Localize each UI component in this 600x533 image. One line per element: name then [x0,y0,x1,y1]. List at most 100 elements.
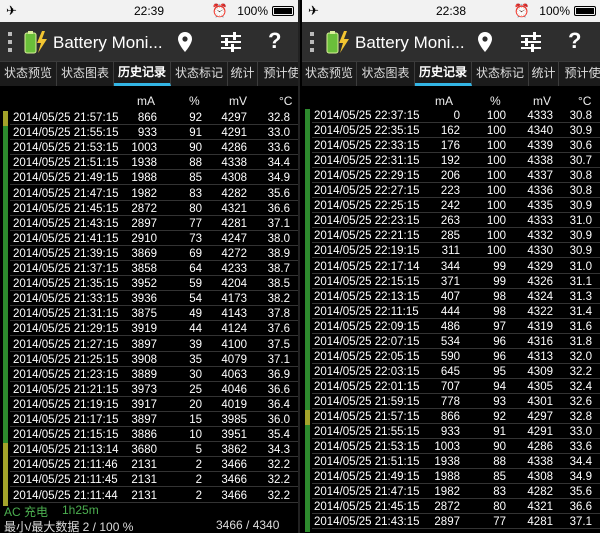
tab-status-preview[interactable]: 状态预览 [302,62,357,86]
cell-celsius: 35.6 [267,187,290,200]
cell-ma: 371 [440,275,460,288]
cell-mv: 4286 [221,142,247,155]
cell-ma: 2872 [131,202,157,215]
header-ma: mA [137,94,155,108]
cell-ma: 1988 [434,471,460,484]
cell-ma: 285 [440,230,460,243]
tab-stats[interactable]: 统计 [529,62,559,86]
cell-datetime: 2014/05/25 21:55:15 [13,127,119,140]
cell-ma: 0 [453,110,460,122]
cell-percent: 88 [189,157,202,170]
cell-percent: 44 [189,323,202,336]
cell-ma: 2872 [434,501,460,514]
cell-percent: 83 [493,486,506,499]
cell-datetime: 2014/05/25 21:47:15 [314,486,420,499]
cell-celsius: 36.4 [267,398,290,411]
cell-mv: 4305 [527,380,553,393]
cell-ma: 3897 [131,414,157,426]
cell-celsius: 32.2 [569,365,592,378]
cell-percent: 100 [486,215,506,228]
cell-datetime: 2014/05/25 22:17:14 [314,260,420,273]
settings-sliders-icon[interactable] [518,29,544,55]
cell-datetime: 2014/05/25 21:27:15 [13,338,119,351]
cell-datetime: 2014/05/25 21:55:15 [314,426,420,439]
tab-history[interactable]: 历史记录 [114,62,171,86]
cell-percent: 30 [189,368,202,381]
tab-status-preview[interactable]: 状态预览 [0,62,57,86]
tab-status-markers[interactable]: 状态标记 [171,62,228,86]
location-pin-icon[interactable] [472,29,498,55]
cell-datetime: 2014/05/25 21:25:15 [13,353,119,366]
cell-percent: 77 [189,217,202,230]
table-row[interactable]: 2014/05/25 21:43:15 2897 77 4281 37.1 [302,514,600,533]
cell-ma: 192 [440,155,460,168]
cell-datetime: 2014/05/25 21:57:15 [314,411,420,423]
cell-datetime: 2014/05/25 22:15:15 [314,275,420,288]
cell-datetime: 2014/05/25 22:01:15 [314,380,420,393]
cell-celsius: 30.8 [569,110,592,122]
cell-ma: 2897 [434,516,460,529]
cell-mv: 4291 [527,426,553,439]
cell-ma: 3886 [131,429,157,442]
voltage-range: 3466 / 4340 mV [216,518,280,533]
cell-percent: 85 [189,172,202,185]
row-divider [312,528,600,530]
header-mv: mV [229,94,247,108]
cell-ma: 590 [440,350,460,363]
tab-bar: 状态预览 状态图表 历史记录 状态标记 统计 预计使 [302,62,600,86]
tab-history[interactable]: 历史记录 [415,62,472,86]
cell-celsius: 37.6 [267,323,290,336]
cell-percent: 100 [486,170,506,183]
tab-status-chart[interactable]: 状态图表 [57,62,114,86]
cell-percent: 20 [189,398,202,411]
help-icon[interactable]: ? [568,28,594,54]
cell-celsius: 30.8 [569,170,592,183]
tab-estimate[interactable]: 预计使 [559,62,600,86]
cell-celsius: 38.0 [267,232,290,245]
cell-celsius: 32.8 [267,112,290,124]
cell-percent: 92 [189,112,202,124]
overflow-dots-icon[interactable] [8,32,12,52]
cell-mv: 4282 [221,187,247,200]
cell-datetime: 2014/05/25 22:09:15 [314,320,420,333]
settings-sliders-icon[interactable] [218,29,244,55]
tab-estimate[interactable]: 预计使 [258,62,298,86]
cell-celsius: 33.0 [267,127,290,140]
app-title[interactable]: Battery Moni... [53,33,163,53]
status-bar: ✈ 22:38 ⏰ 100% [302,0,600,22]
cell-ma: 206 [440,170,460,183]
cell-ma: 486 [440,320,460,333]
tab-status-chart[interactable]: 状态图表 [357,62,415,86]
cell-celsius: 33.6 [267,142,290,155]
cell-mv: 3466 [221,489,247,502]
cell-ma: 1988 [131,172,157,185]
cell-percent: 96 [493,335,506,348]
cell-celsius: 38.7 [267,263,290,275]
cell-mv: 4079 [221,353,247,366]
help-icon[interactable]: ? [268,28,294,54]
cell-percent: 99 [493,275,506,288]
cell-ma: 1938 [434,456,460,469]
tab-status-markers[interactable]: 状态标记 [472,62,529,86]
cell-datetime: 2014/05/25 21:11:45 [13,474,118,487]
cell-mv: 3951 [221,429,247,442]
cell-celsius: 37.1 [267,217,290,230]
cell-celsius: 32.8 [569,411,592,423]
cell-celsius: 34.4 [569,456,592,469]
cell-percent: 73 [189,232,202,245]
cell-ma: 933 [137,127,157,140]
cell-percent: 100 [486,230,506,243]
cell-mv: 4100 [221,338,247,351]
app-title[interactable]: Battery Moni... [355,33,465,53]
cell-celsius: 32.2 [267,489,290,502]
cell-celsius: 38.9 [267,247,290,260]
cell-percent: 77 [493,516,506,529]
cell-datetime: 2014/05/25 22:19:15 [314,245,420,258]
location-pin-icon[interactable] [172,29,198,55]
overflow-dots-icon[interactable] [310,32,314,52]
cell-datetime: 2014/05/25 21:45:15 [13,202,119,215]
cell-celsius: 32.6 [569,395,592,408]
cell-celsius: 30.9 [569,230,592,243]
tab-stats[interactable]: 统计 [228,62,258,86]
cell-celsius: 33.0 [569,426,592,439]
